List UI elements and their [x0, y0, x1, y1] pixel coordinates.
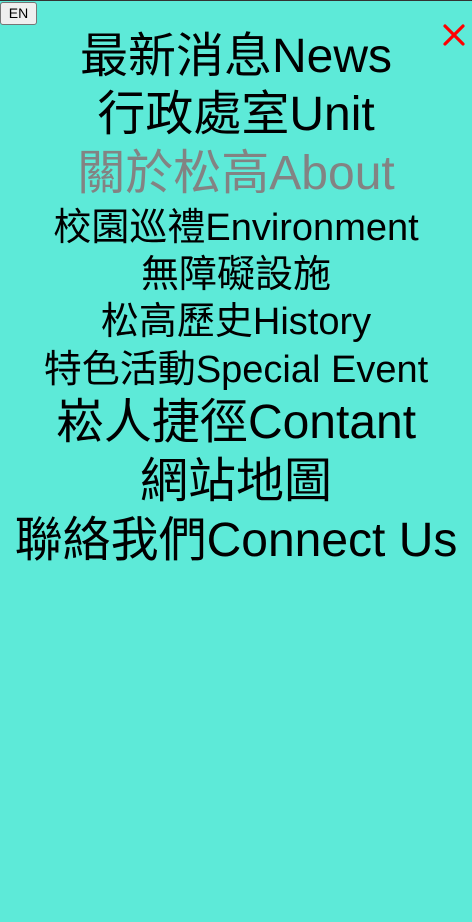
menu-item-label-zh: 關於松高: [77, 147, 270, 200]
menu-item-label-en: News: [271, 30, 393, 83]
menu-item-special-event[interactable]: 特色活動Special Event: [0, 346, 472, 394]
top-border: [0, 0, 472, 1]
menu-item-unit[interactable]: 行政處室Unit: [0, 86, 472, 144]
language-toggle-button[interactable]: EN: [0, 2, 37, 25]
menu-item-label-zh: 聯絡我們: [14, 514, 207, 567]
menu-item-label-en: Contant: [247, 396, 417, 449]
menu-item-about[interactable]: 關於松高About: [0, 144, 472, 204]
menu-item-environment[interactable]: 校園巡禮Environment: [0, 204, 472, 252]
menu-item-label-en: Environment: [205, 207, 419, 249]
menu-item-label-zh: 無障礙設施: [140, 254, 331, 296]
menu-item-news[interactable]: 最新消息News: [0, 28, 472, 86]
main-menu: 最新消息News 行政處室Unit 關於松高About 校園巡禮Environm…: [0, 28, 472, 570]
menu-item-label-zh: 行政處室: [97, 88, 290, 141]
menu-item-sitemap[interactable]: 網站地圖: [0, 452, 472, 512]
menu-item-label-zh: 崧人捷徑: [55, 396, 248, 449]
menu-item-label-en: Unit: [289, 88, 375, 141]
menu-item-label-zh: 最新消息: [79, 30, 272, 83]
menu-item-label-en: About: [269, 147, 395, 200]
menu-item-label-en: Connect Us: [206, 514, 458, 567]
menu-item-label-en: Special Event: [195, 349, 429, 391]
menu-item-label-zh: 松高歷史: [100, 301, 253, 343]
menu-item-label-zh: 網站地圖: [139, 455, 332, 508]
menu-item-accessibility[interactable]: 無障礙設施: [0, 252, 472, 298]
menu-item-connect-us[interactable]: 聯絡我們Connect Us: [0, 512, 472, 570]
menu-item-label-en: History: [252, 301, 372, 343]
menu-item-label-zh: 校園巡禮: [53, 207, 206, 249]
menu-item-label-zh: 特色活動: [43, 349, 196, 391]
menu-item-history[interactable]: 松高歷史History: [0, 298, 472, 346]
menu-item-contant[interactable]: 崧人捷徑Contant: [0, 394, 472, 452]
